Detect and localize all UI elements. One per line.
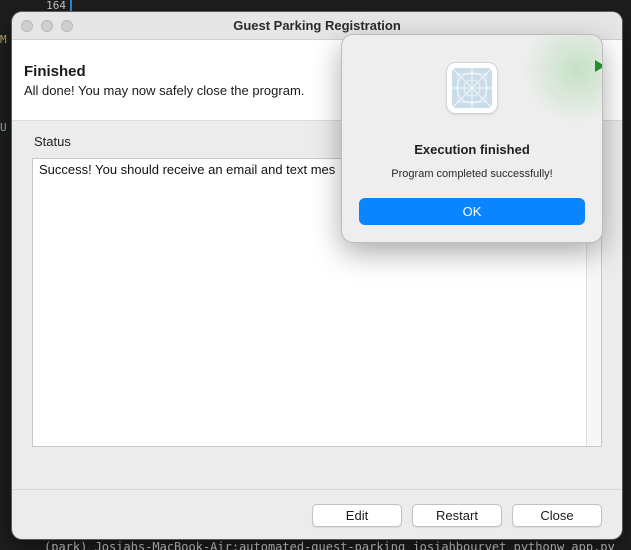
terminal-command-line: (park) Josiahs-MacBook-Air:automated-gue… xyxy=(44,540,615,550)
footer-divider xyxy=(12,489,622,490)
editor-gutter-indicator xyxy=(70,0,72,12)
restart-button[interactable]: Restart xyxy=(412,504,502,527)
page-title: Finished xyxy=(24,63,86,80)
editor-line-number: 164 xyxy=(46,0,66,12)
dialog-title: Execution finished xyxy=(414,142,530,157)
execution-finished-dialog: Execution finished Program completed suc… xyxy=(342,35,602,242)
ok-button[interactable]: OK xyxy=(359,198,585,225)
page-subtitle: All done! You may now safely close the p… xyxy=(24,83,305,98)
background-glow xyxy=(522,35,602,125)
git-modified-marker: M xyxy=(0,33,7,46)
git-untracked-marker: U xyxy=(0,121,7,134)
dialog-message: Program completed successfully! xyxy=(391,168,553,180)
close-button[interactable]: Close xyxy=(512,504,602,527)
app-generic-icon xyxy=(446,62,498,114)
status-label: Status xyxy=(34,134,71,149)
edit-button[interactable]: Edit xyxy=(312,504,402,527)
